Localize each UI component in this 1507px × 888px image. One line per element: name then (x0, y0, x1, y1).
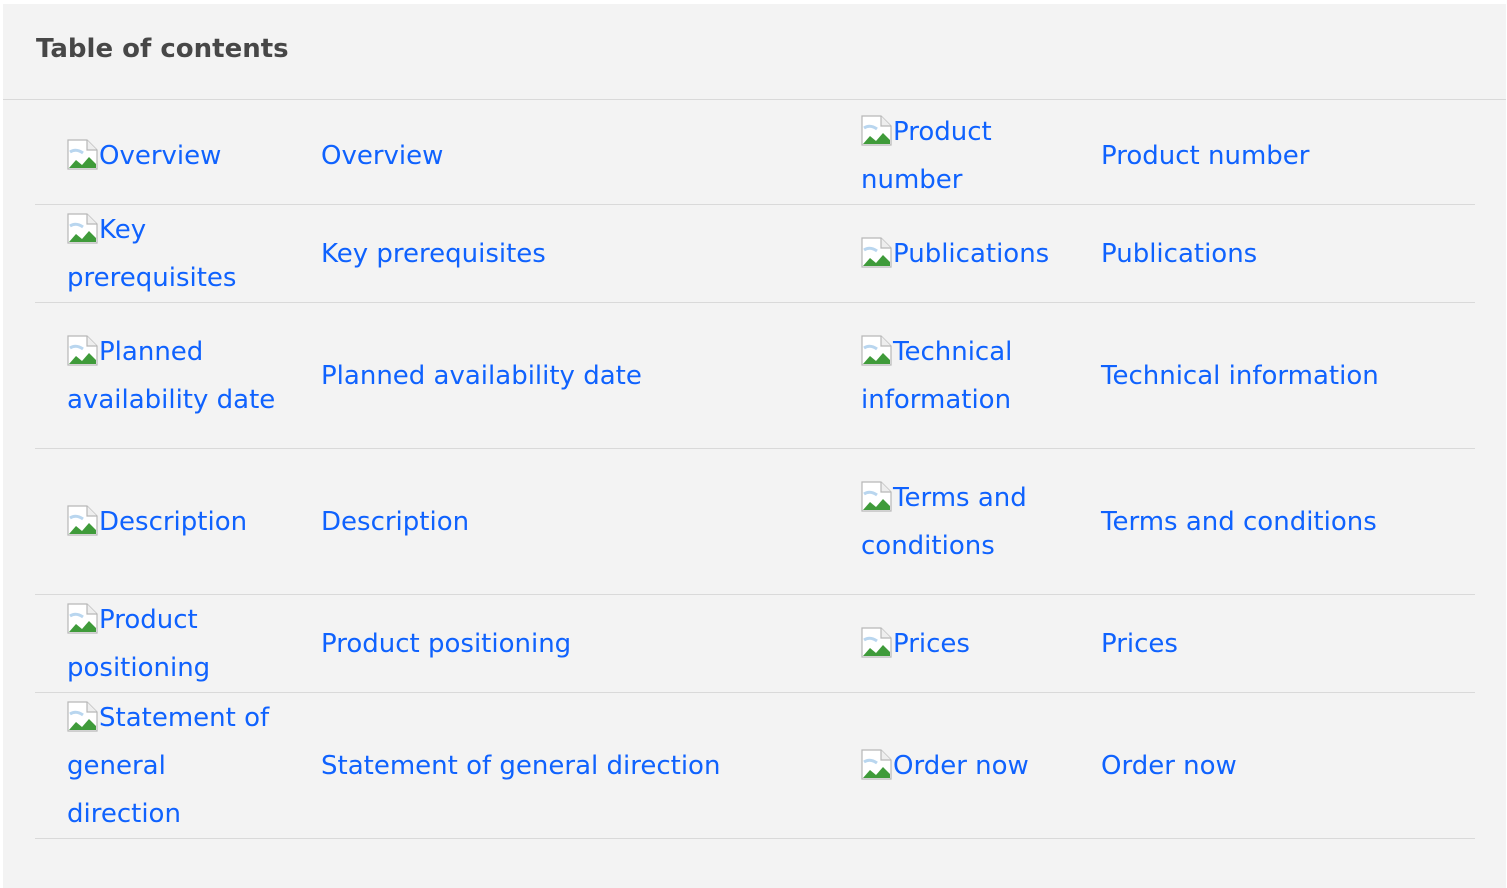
toc-right-image-link[interactable]: Publications (861, 236, 1050, 269)
toc-right-image-cell: Publications (828, 204, 1069, 303)
image-alt-text: Publications (893, 238, 1050, 269)
toc-left-link-cell: Key prerequisites (289, 204, 828, 303)
broken-image-icon (67, 504, 98, 536)
broken-image-icon (67, 212, 98, 244)
toc-left-image-link[interactable]: Product positioning (67, 602, 210, 683)
image-alt-text: Planned availability date (67, 336, 276, 415)
toc-header: Table of contents (3, 4, 1506, 100)
toc-right-image-cell: Terms and conditions (828, 448, 1069, 595)
broken-image-icon (861, 236, 892, 268)
image-alt-text: Prices (893, 628, 970, 659)
toc-left-image-cell: Planned availability date (35, 302, 289, 449)
broken-image-icon (67, 700, 98, 732)
toc-left-image-cell: Key prerequisites (35, 204, 289, 303)
broken-image-icon (861, 334, 892, 366)
toc-left-link-cell: Product positioning (289, 594, 828, 693)
toc-table: Overview Overview Product number Product… (35, 107, 1475, 839)
toc-left-link[interactable]: Product positioning (321, 629, 571, 659)
toc-left-link[interactable]: Overview (321, 141, 443, 171)
toc-left-image-link[interactable]: Planned availability date (67, 334, 276, 415)
toc-right-image-cell: Technical information (828, 302, 1069, 449)
toc-right-image-cell: Product number (828, 107, 1069, 205)
table-of-contents: Table of contents Overview Overview Prod… (3, 4, 1506, 888)
toc-right-link-cell: Technical information (1069, 302, 1475, 449)
toc-row: Overview Overview Product number Product… (35, 107, 1475, 205)
toc-right-link-cell: Publications (1069, 204, 1475, 303)
toc-row: Description Description Terms and condit… (35, 448, 1475, 595)
toc-right-image-link[interactable]: Prices (861, 626, 970, 659)
toc-right-link-cell: Prices (1069, 594, 1475, 693)
toc-left-link-cell: Overview (289, 107, 828, 205)
toc-right-link[interactable]: Prices (1101, 629, 1178, 659)
toc-right-link[interactable]: Terms and conditions (1101, 507, 1377, 537)
toc-right-link-cell: Product number (1069, 107, 1475, 205)
toc-left-image-cell: Product positioning (35, 594, 289, 693)
toc-row: Key prerequisites Key prerequisites Publ… (35, 204, 1475, 303)
broken-image-icon (67, 138, 98, 170)
toc-left-link-cell: Statement of general direction (289, 692, 828, 839)
toc-right-link[interactable]: Product number (1101, 141, 1309, 171)
toc-right-link[interactable]: Order now (1101, 751, 1237, 781)
toc-right-link[interactable]: Technical information (1101, 361, 1379, 391)
toc-left-image-cell: Statement of general direction (35, 692, 289, 839)
toc-right-link-cell: Order now (1069, 692, 1475, 839)
toc-right-image-link[interactable]: Product number (861, 114, 992, 195)
toc-left-link[interactable]: Planned availability date (321, 361, 642, 391)
image-alt-text: Overview (99, 140, 222, 171)
toc-left-link-cell: Description (289, 448, 828, 595)
toc-left-image-link[interactable]: Overview (67, 138, 222, 171)
broken-image-icon (861, 114, 892, 146)
toc-left-link[interactable]: Description (321, 507, 469, 537)
toc-right-image-cell: Order now (828, 692, 1069, 839)
toc-row: Product positioning Product positioning … (35, 594, 1475, 693)
toc-row: Statement of general direction Statement… (35, 692, 1475, 839)
toc-right-image-link[interactable]: Technical information (861, 334, 1012, 415)
toc-right-image-cell: Prices (828, 594, 1069, 693)
toc-left-image-link[interactable]: Statement of general direction (67, 700, 269, 829)
toc-right-link[interactable]: Publications (1101, 239, 1257, 269)
toc-right-image-link[interactable]: Order now (861, 748, 1029, 781)
toc-left-link-cell: Planned availability date (289, 302, 828, 449)
broken-image-icon (861, 748, 892, 780)
toc-left-link[interactable]: Key prerequisites (321, 239, 546, 269)
toc-row: Planned availability date Planned availa… (35, 302, 1475, 449)
toc-left-image-cell: Description (35, 448, 289, 595)
broken-image-icon (861, 480, 892, 512)
toc-title: Table of contents (36, 33, 289, 64)
toc-right-link-cell: Terms and conditions (1069, 448, 1475, 595)
broken-image-icon (67, 602, 98, 634)
broken-image-icon (67, 334, 98, 366)
toc-left-image-link[interactable]: Description (67, 504, 248, 537)
image-alt-text: Order now (893, 750, 1029, 781)
toc-left-link[interactable]: Statement of general direction (321, 751, 720, 781)
toc-right-image-link[interactable]: Terms and conditions (861, 480, 1027, 561)
toc-left-image-link[interactable]: Key prerequisites (67, 212, 236, 293)
image-alt-text: Description (99, 506, 248, 537)
broken-image-icon (861, 626, 892, 658)
toc-left-image-cell: Overview (35, 107, 289, 205)
